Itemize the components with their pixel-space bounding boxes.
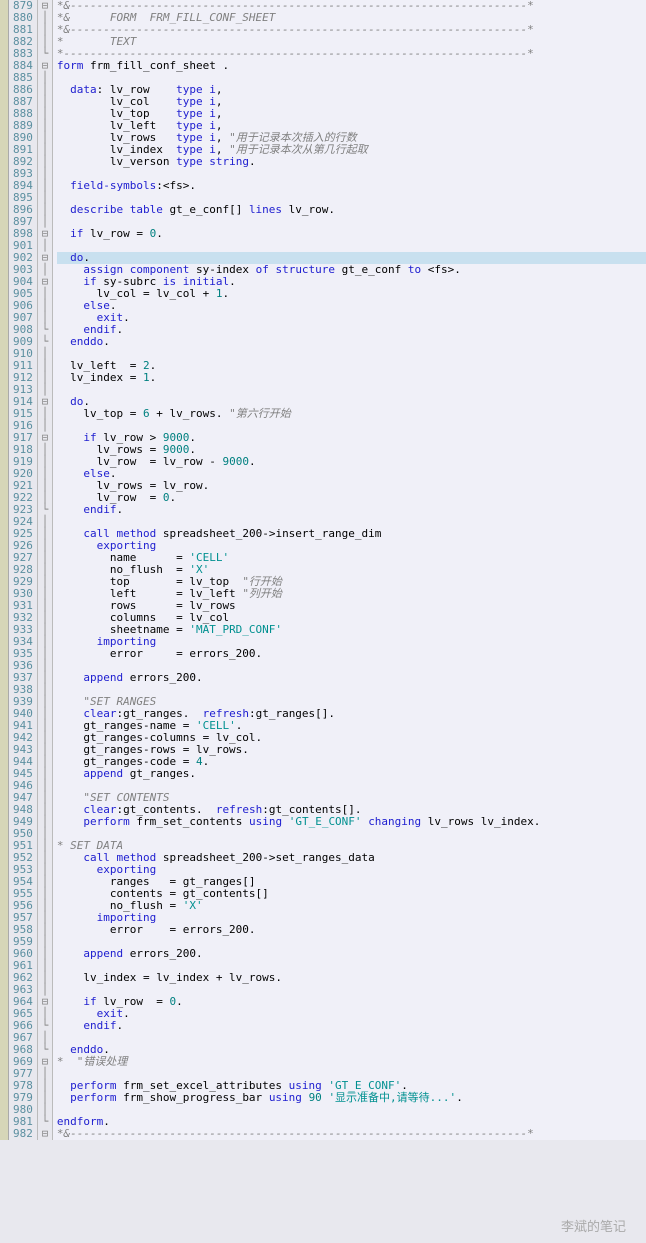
code-line[interactable]: append errors_200.: [57, 948, 646, 960]
code-line[interactable]: lv_top = 6 + lv_rows. "第六行开始: [57, 408, 646, 420]
code-line[interactable]: endif.: [57, 324, 646, 336]
code-line[interactable]: [57, 384, 646, 396]
fold-gutter[interactable]: ⊟│││└⊟│││││││││││││⊟│⊟│⊟│││└└││││⊟││⊟│││…: [38, 0, 53, 1140]
code-line[interactable]: * "错误处理: [57, 1056, 646, 1068]
code-line[interactable]: [57, 1032, 646, 1044]
code-line[interactable]: lv_row = 0.: [57, 492, 646, 504]
code-line[interactable]: else.: [57, 300, 646, 312]
code-line[interactable]: error = errors_200.: [57, 648, 646, 660]
code-line[interactable]: describe table gt_e_conf[] lines lv_row.: [57, 204, 646, 216]
code-line[interactable]: enddo.: [57, 336, 646, 348]
code-line[interactable]: append gt_ranges.: [57, 768, 646, 780]
code-line[interactable]: if lv_row = 0.: [57, 228, 646, 240]
code-line[interactable]: *&--------------------------------------…: [57, 24, 646, 36]
code-line[interactable]: lv_col = lv_col + 1.: [57, 288, 646, 300]
code-line[interactable]: *&--------------------------------------…: [57, 1128, 646, 1140]
code-line[interactable]: exit.: [57, 312, 646, 324]
code-line[interactable]: [57, 240, 646, 252]
code-area[interactable]: *&--------------------------------------…: [53, 0, 646, 1140]
code-line[interactable]: error = errors_200.: [57, 924, 646, 936]
code-line[interactable]: lv_index = lv_index + lv_rows.: [57, 972, 646, 984]
code-line[interactable]: endif.: [57, 504, 646, 516]
line-number-gutter: 8798808818828838848858868878888898908918…: [9, 0, 38, 1140]
code-line[interactable]: append errors_200.: [57, 672, 646, 684]
code-line[interactable]: [57, 1104, 646, 1116]
code-line[interactable]: perform frm_show_progress_bar using 90 '…: [57, 1092, 646, 1104]
code-line[interactable]: exit.: [57, 1008, 646, 1020]
editor: 8798808818828838848858868878888898908918…: [0, 0, 646, 1140]
code-line[interactable]: lv_row = lv_row - 9000.: [57, 456, 646, 468]
code-line[interactable]: if lv_row = 0.: [57, 996, 646, 1008]
left-bar: [0, 0, 9, 1140]
fold-marker[interactable]: ⊟: [38, 1128, 52, 1140]
code-line[interactable]: lv_index = 1.: [57, 372, 646, 384]
code-line[interactable]: enddo.: [57, 1044, 646, 1056]
watermark: 李斌的笔记: [561, 1221, 626, 1233]
code-line[interactable]: field-symbols:<fs>.: [57, 180, 646, 192]
code-line[interactable]: perform frm_set_contents using 'GT_E_CON…: [57, 816, 646, 828]
code-line[interactable]: endif.: [57, 1020, 646, 1032]
code-line[interactable]: lv_verson type string.: [57, 156, 646, 168]
code-line[interactable]: [57, 828, 646, 840]
line-number: 982: [13, 1128, 33, 1140]
code-line[interactable]: form frm_fill_conf_sheet .: [57, 60, 646, 72]
